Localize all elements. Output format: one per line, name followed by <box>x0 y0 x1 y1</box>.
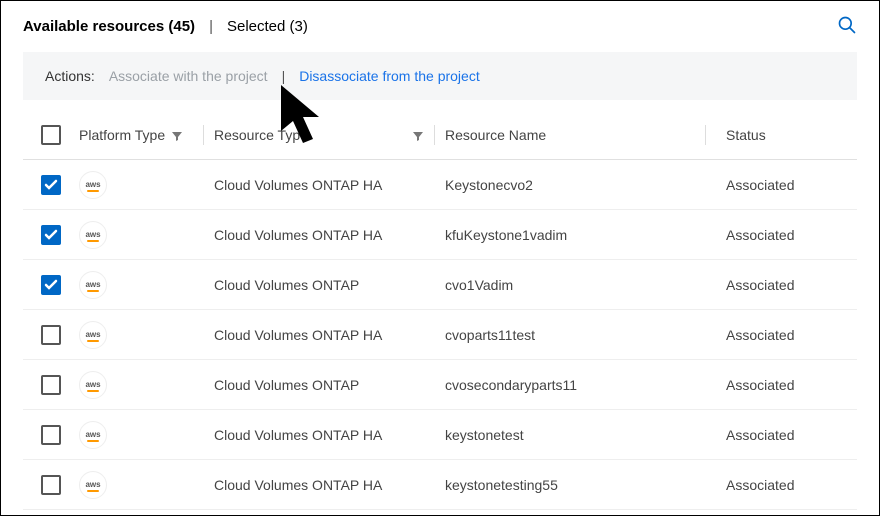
cell-resource-name: cvoparts11test <box>445 327 535 343</box>
cell-status: Associated <box>726 427 794 443</box>
tabs-group: Available resources (45) | Selected (3) <box>23 18 308 35</box>
aws-icon: aws <box>79 221 107 249</box>
cell-resource-name: keystonetest <box>445 427 524 443</box>
tab-selected-count: (3) <box>290 18 308 35</box>
tab-available-label: Available resources <box>23 18 164 35</box>
cell-resource-name: keystonetesting55 <box>445 477 558 493</box>
aws-icon: aws <box>79 171 107 199</box>
cell-status: Associated <box>726 177 794 193</box>
table-row: aws Cloud Volumes ONTAP HA keystonetesti… <box>23 460 857 510</box>
aws-icon: aws <box>79 371 107 399</box>
column-platform-type[interactable]: Platform Type <box>79 127 165 143</box>
row-checkbox[interactable] <box>41 275 61 295</box>
table-row: aws Cloud Volumes ONTAP HA kfuKeystone1v… <box>23 210 857 260</box>
cell-resource-type: Cloud Volumes ONTAP <box>214 377 359 393</box>
cell-resource-type: Cloud Volumes ONTAP HA <box>214 227 382 243</box>
aws-icon: aws <box>79 271 107 299</box>
filter-icon[interactable] <box>171 129 183 141</box>
table-row: aws Cloud Volumes ONTAP HA cvoparts11tes… <box>23 310 857 360</box>
select-all-checkbox[interactable] <box>41 125 61 145</box>
row-checkbox[interactable] <box>41 375 61 395</box>
cell-resource-type: Cloud Volumes ONTAP HA <box>214 477 382 493</box>
cell-resource-type: Cloud Volumes ONTAP HA <box>214 327 382 343</box>
actions-separator: | <box>282 68 286 84</box>
column-divider <box>203 125 204 145</box>
aws-icon: aws <box>79 321 107 349</box>
row-checkbox[interactable] <box>41 325 61 345</box>
row-checkbox[interactable] <box>41 175 61 195</box>
table-header: Platform Type Resource Type Resource Nam… <box>23 110 857 160</box>
filter-icon[interactable] <box>412 129 424 141</box>
cell-status: Associated <box>726 227 794 243</box>
action-disassociate[interactable]: Disassociate from the project <box>299 68 480 84</box>
row-checkbox[interactable] <box>41 425 61 445</box>
cell-resource-name: kfuKeystone1vadim <box>445 227 567 243</box>
cell-status: Associated <box>726 377 794 393</box>
search-icon[interactable] <box>837 15 857 38</box>
aws-icon: aws <box>79 471 107 499</box>
actions-bar: Actions: Associate with the project | Di… <box>23 52 857 100</box>
table-row: aws Cloud Volumes ONTAP HA Keystonecvo2 … <box>23 160 857 210</box>
column-divider <box>705 125 706 145</box>
tab-available[interactable]: Available resources (45) <box>23 18 195 35</box>
row-checkbox[interactable] <box>41 475 61 495</box>
column-status[interactable]: Status <box>726 127 766 143</box>
table-row: aws Cloud Volumes ONTAP cvosecondarypart… <box>23 360 857 410</box>
table-row: aws Cloud Volumes ONTAP cvo1Vadim Associ… <box>23 260 857 310</box>
row-checkbox[interactable] <box>41 225 61 245</box>
cell-resource-name: cvo1Vadim <box>445 277 513 293</box>
actions-label: Actions: <box>45 68 95 84</box>
tab-selected-label: Selected <box>227 18 285 35</box>
cell-resource-name: Keystonecvo2 <box>445 177 533 193</box>
column-resource-type[interactable]: Resource Type <box>214 127 308 143</box>
column-divider <box>434 125 435 145</box>
cell-status: Associated <box>726 327 794 343</box>
aws-icon: aws <box>79 421 107 449</box>
cell-status: Associated <box>726 277 794 293</box>
tab-selected[interactable]: Selected (3) <box>227 18 308 35</box>
cell-resource-type: Cloud Volumes ONTAP <box>214 277 359 293</box>
cell-resource-name: cvosecondaryparts11 <box>445 377 577 393</box>
cell-status: Associated <box>726 477 794 493</box>
tab-separator: | <box>209 18 213 35</box>
action-associate: Associate with the project <box>109 68 268 84</box>
column-resource-name[interactable]: Resource Name <box>445 127 546 143</box>
table-row: aws Cloud Volumes ONTAP HA keystonetest … <box>23 410 857 460</box>
resources-table: Platform Type Resource Type Resource Nam… <box>23 110 857 510</box>
tab-available-count: (45) <box>168 18 195 35</box>
top-bar: Available resources (45) | Selected (3) <box>1 1 879 48</box>
cell-resource-type: Cloud Volumes ONTAP HA <box>214 177 382 193</box>
cell-resource-type: Cloud Volumes ONTAP HA <box>214 427 382 443</box>
